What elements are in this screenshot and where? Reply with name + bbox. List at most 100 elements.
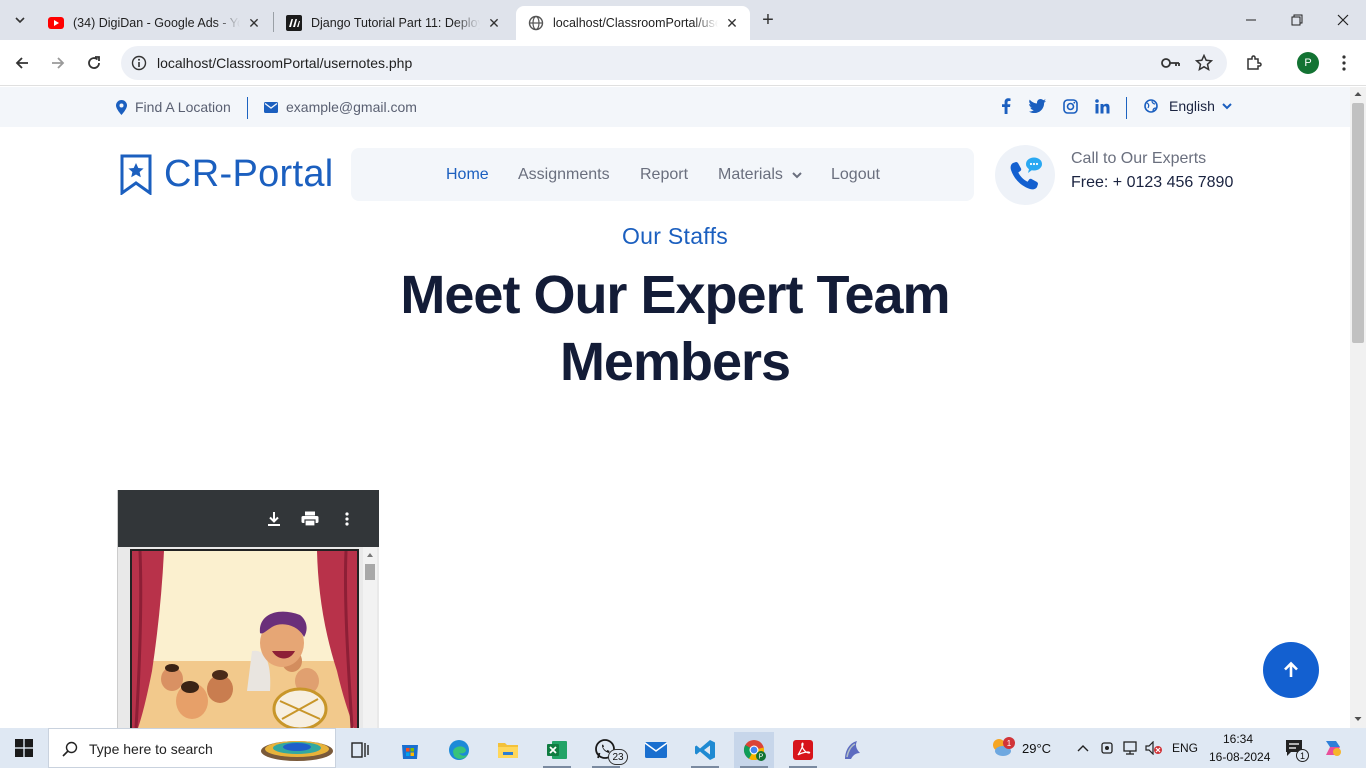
taskbar-whatsapp[interactable]: 23 xyxy=(586,732,628,768)
taskbar-file-explorer[interactable] xyxy=(488,732,528,768)
taskbar-edge[interactable] xyxy=(439,732,479,768)
tab-search-button[interactable] xyxy=(8,8,32,32)
linkedin-icon[interactable] xyxy=(1093,97,1111,115)
taskbar-acrobat[interactable] xyxy=(783,732,823,768)
notification-count: 1 xyxy=(1296,749,1309,762)
back-to-top-button[interactable] xyxy=(1263,642,1319,698)
chevron-up-icon[interactable] xyxy=(1077,744,1089,752)
minimize-icon xyxy=(1246,19,1256,21)
back-button[interactable] xyxy=(8,49,36,77)
nav-materials[interactable]: Materials xyxy=(718,166,803,184)
minimize-button[interactable] xyxy=(1228,0,1274,40)
new-tab-button[interactable]: + xyxy=(756,8,780,32)
youtube-icon xyxy=(48,15,64,31)
password-key-icon[interactable] xyxy=(1161,53,1181,73)
bookmark-star-icon[interactable] xyxy=(1194,53,1214,73)
find-location-link[interactable]: Find A Location xyxy=(116,99,231,115)
chevron-down-icon xyxy=(1222,102,1232,109)
pdf-scrollbar[interactable] xyxy=(363,547,377,730)
divider xyxy=(1126,97,1127,119)
tab-classroom-portal[interactable]: localhost/ClassroomPortal/usernotes.php … xyxy=(516,6,750,40)
page-scrollbar[interactable] xyxy=(1350,87,1366,728)
tab-django-tutorial[interactable]: Django Tutorial Part 11: Deploying Djang… xyxy=(274,6,512,40)
browser-menu-button[interactable] xyxy=(1330,49,1358,77)
page-scroll-thumb[interactable] xyxy=(1352,103,1364,343)
weather-temperature[interactable]: 29°C xyxy=(1022,741,1051,756)
taskbar-app-dolphin[interactable] xyxy=(832,732,872,768)
site-logo[interactable]: CR-Portal xyxy=(120,153,334,196)
tab-youtube[interactable]: (34) DigiDan - Google Ads - YouTube ✕ xyxy=(36,6,272,40)
close-icon[interactable]: ✕ xyxy=(246,15,262,31)
taskbar-search-placeholder: Type here to search xyxy=(89,741,213,757)
dolphin-app-icon xyxy=(845,741,860,759)
pdf-toolbar xyxy=(118,490,379,547)
taskbar-vscode[interactable] xyxy=(685,732,725,768)
taskbar-microsoft-store[interactable] xyxy=(390,732,430,768)
taskbar-excel[interactable] xyxy=(537,732,577,768)
nav-materials-label: Materials xyxy=(718,166,783,183)
tab-title: (34) DigiDan - Google Ads - YouTube xyxy=(73,16,240,30)
arrow-right-icon xyxy=(52,57,65,69)
clock-date[interactable]: 16-08-2024 xyxy=(1209,750,1270,764)
reload-button[interactable] xyxy=(80,49,108,77)
weather-badge: 1 xyxy=(1003,737,1015,749)
download-icon[interactable] xyxy=(263,508,285,530)
pdf-page-illustration xyxy=(130,549,359,730)
scroll-up-icon[interactable] xyxy=(1350,87,1366,101)
profile-avatar[interactable]: P xyxy=(1297,52,1319,74)
call-title: Call to Our Experts xyxy=(1071,150,1207,167)
nav-logout[interactable]: Logout xyxy=(831,166,880,184)
pdf-scroll-thumb[interactable] xyxy=(365,564,375,580)
volume-muted-icon[interactable] xyxy=(1145,741,1163,755)
start-button[interactable] xyxy=(0,728,48,768)
network-icon[interactable] xyxy=(1123,741,1139,755)
arrow-up-icon xyxy=(1284,661,1298,677)
nav-report[interactable]: Report xyxy=(640,166,688,184)
logo-text: CR-Portal xyxy=(164,153,334,195)
input-language[interactable]: ENG xyxy=(1172,741,1198,755)
close-window-button[interactable] xyxy=(1320,0,1366,40)
bookmark-star-icon xyxy=(120,154,152,195)
copilot-icon[interactable] xyxy=(1322,737,1344,759)
close-icon[interactable]: ✕ xyxy=(724,15,740,31)
taskbar-chrome[interactable]: P xyxy=(734,732,774,768)
language-dropdown[interactable]: English xyxy=(1144,98,1232,114)
chrome-icon: P xyxy=(743,740,766,761)
store-icon xyxy=(402,745,418,759)
extensions-button[interactable] xyxy=(1240,49,1268,77)
nav-home[interactable]: Home xyxy=(446,166,489,184)
taskbar-search[interactable]: Type here to search xyxy=(48,728,336,768)
phone-chat-icon xyxy=(1010,157,1042,190)
print-icon[interactable] xyxy=(299,508,321,530)
clock-time[interactable]: 16:34 xyxy=(1223,732,1253,746)
site-info-icon[interactable] xyxy=(129,53,149,73)
close-icon[interactable]: ✕ xyxy=(486,15,502,31)
facebook-icon[interactable] xyxy=(997,97,1015,115)
nav-assignments[interactable]: Assignments xyxy=(518,166,610,184)
taskbar-mail[interactable] xyxy=(636,732,676,768)
scroll-up-icon xyxy=(367,553,373,557)
task-view-button[interactable] xyxy=(340,732,380,768)
more-vertical-icon[interactable] xyxy=(336,508,358,530)
restore-icon xyxy=(1291,14,1303,26)
url-text[interactable]: localhost/ClassroomPortal/usernotes.php xyxy=(157,55,412,71)
forward-button[interactable] xyxy=(44,49,72,77)
scroll-down-icon[interactable] xyxy=(1350,712,1366,726)
location-text: Find A Location xyxy=(135,99,231,115)
twitter-icon[interactable] xyxy=(1028,97,1046,115)
pdf-document-area[interactable] xyxy=(118,547,379,730)
excel-icon xyxy=(547,741,567,759)
chevron-down-icon xyxy=(792,172,803,179)
restore-button[interactable] xyxy=(1274,0,1320,40)
meet-now-icon[interactable] xyxy=(1101,741,1115,755)
phone-icon-badge xyxy=(995,145,1055,205)
instagram-icon[interactable] xyxy=(1061,97,1079,115)
email-link[interactable]: example@gmail.com xyxy=(264,99,417,115)
mdn-icon xyxy=(286,15,302,31)
search-icon xyxy=(62,741,78,757)
pdf-viewer[interactable] xyxy=(117,490,379,730)
map-marker-icon xyxy=(116,99,127,115)
globe-icon xyxy=(1144,99,1158,113)
call-number[interactable]: Free: + 0123 456 7890 xyxy=(1071,174,1233,192)
address-bar[interactable]: localhost/ClassroomPortal/usernotes.php xyxy=(121,46,1227,80)
